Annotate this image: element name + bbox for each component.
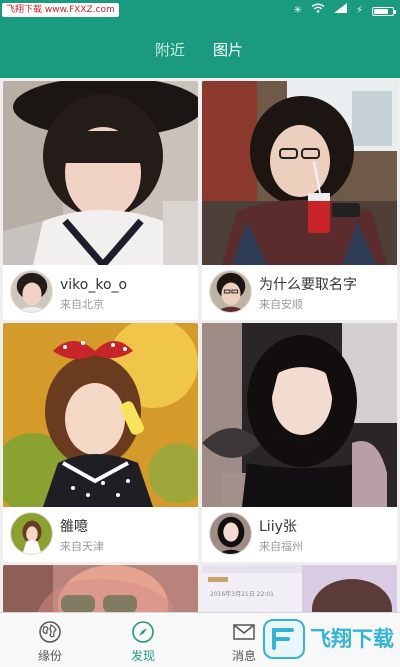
photo-card[interactable]: 雒噫 来自天津 bbox=[3, 323, 198, 562]
photo-card[interactable]: Liiy张 来自福州 bbox=[202, 323, 397, 562]
bluetooth-icon: ✳ bbox=[293, 5, 302, 16]
photo-card[interactable]: 2016年3月21日 22:01 bbox=[202, 565, 397, 612]
user-photo[interactable]: 2016年3月21日 22:01 bbox=[202, 565, 397, 612]
card-info: 雒噫 来自天津 bbox=[3, 507, 198, 562]
card-info: Liiy张 来自福州 bbox=[202, 507, 397, 562]
battery-icon bbox=[372, 6, 396, 16]
envelope-icon bbox=[233, 624, 255, 640]
user-photo[interactable] bbox=[202, 323, 397, 507]
avatar[interactable] bbox=[10, 270, 53, 313]
photo-card[interactable]: viko_ko_o 来自北京 bbox=[3, 81, 198, 320]
charging-icon: ⚡ bbox=[355, 5, 363, 16]
card-info: viko_ko_o 来自北京 bbox=[3, 265, 198, 320]
nav-label: 缘份 bbox=[37, 649, 62, 663]
user-location: 来自福州 bbox=[259, 540, 303, 553]
top-bar: 附近 图片 bbox=[0, 22, 400, 78]
status-bar: 飞翔下载 www.FXXZ.com ✳ ⚡ bbox=[0, 0, 400, 22]
user-location: 来自天津 bbox=[60, 540, 104, 553]
nav-yuanfen[interactable]: 缘份 bbox=[0, 613, 100, 667]
logo-text: 飞翔下载 bbox=[310, 627, 394, 651]
user-name: 为什么要取名字 bbox=[259, 277, 357, 293]
avatar[interactable] bbox=[209, 512, 252, 555]
user-photo[interactable] bbox=[202, 81, 397, 265]
tab-photos[interactable]: 图片 bbox=[213, 40, 243, 60]
system-icons: ✳ ⚡ bbox=[293, 3, 396, 19]
user-location: 来自北京 bbox=[60, 298, 104, 311]
compass-icon bbox=[132, 621, 154, 643]
user-photo[interactable] bbox=[3, 323, 198, 507]
signal-icon bbox=[333, 3, 347, 19]
logo-mark-icon bbox=[263, 619, 305, 659]
user-photo[interactable] bbox=[3, 81, 198, 265]
user-name: viko_ko_o bbox=[60, 277, 128, 293]
site-logo: 飞翔下载 bbox=[262, 612, 400, 667]
globe-icon bbox=[39, 621, 61, 643]
photo-grid[interactable]: viko_ko_o 来自北京 为什么要取名字 来自安顺 雒噫 来自天津 Liiy… bbox=[0, 78, 400, 612]
nav-label: 发现 bbox=[130, 649, 155, 663]
partial-photo-date: 2016年3月21日 22:01 bbox=[210, 591, 274, 598]
user-name: 雒噫 bbox=[60, 519, 88, 535]
user-name: Liiy张 bbox=[259, 519, 297, 535]
nav-faxian[interactable]: 发现 bbox=[93, 613, 193, 667]
avatar[interactable] bbox=[209, 270, 252, 313]
photo-card[interactable]: 为什么要取名字 来自安顺 bbox=[202, 81, 397, 320]
user-location: 来自安顺 bbox=[259, 298, 303, 311]
card-info: 为什么要取名字 来自安顺 bbox=[202, 265, 397, 320]
photo-card[interactable] bbox=[3, 565, 198, 612]
wifi-icon bbox=[311, 3, 325, 19]
tab-nearby[interactable]: 附近 bbox=[155, 40, 185, 60]
watermark: 飞翔下载 www.FXXZ.com bbox=[2, 3, 119, 17]
user-photo[interactable] bbox=[3, 565, 198, 612]
avatar[interactable] bbox=[10, 512, 53, 555]
